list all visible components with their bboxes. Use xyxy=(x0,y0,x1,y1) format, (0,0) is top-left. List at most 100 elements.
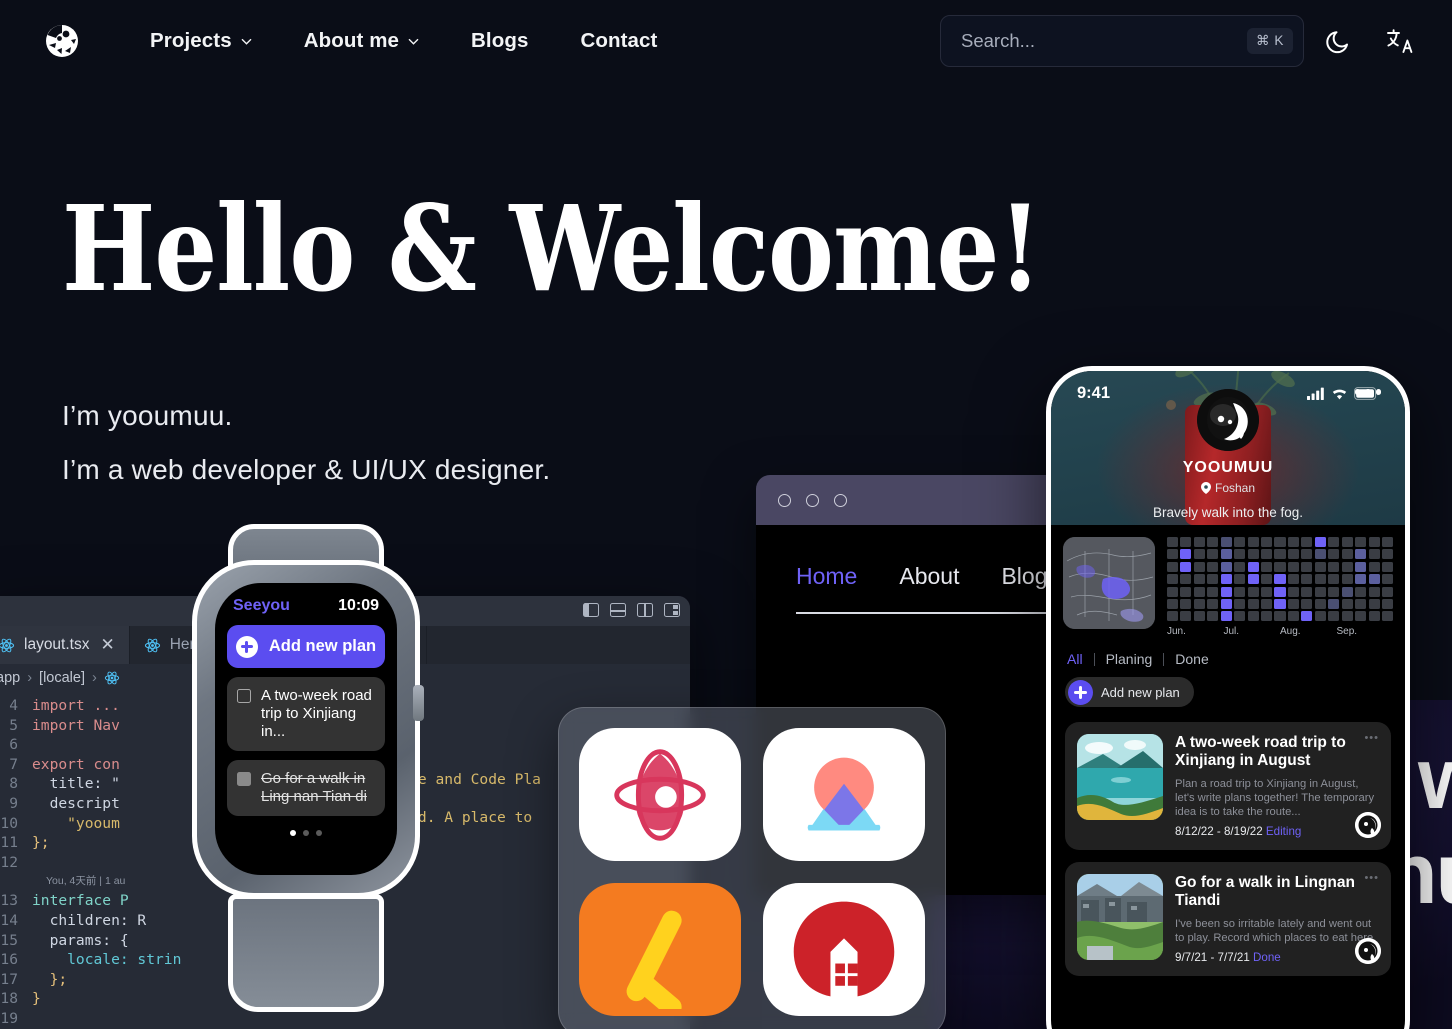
heatmap-cell xyxy=(1261,574,1273,585)
nav-item-projects[interactable]: Projects xyxy=(124,21,278,61)
code-line: import Nav xyxy=(32,716,120,734)
checkbox-checked-icon[interactable] xyxy=(237,772,251,786)
nav-item-blogs[interactable]: Blogs xyxy=(445,21,554,61)
heatmap-cell xyxy=(1274,561,1286,572)
page-dot xyxy=(316,830,322,836)
search-input[interactable]: Search... ⌘ K xyxy=(940,15,1304,67)
heatmap-cell xyxy=(1261,549,1273,560)
heatmap-cell xyxy=(1328,611,1340,622)
nav-item-contact[interactable]: Contact xyxy=(554,21,683,61)
heatmap-cell xyxy=(1167,574,1179,585)
nav-links[interactable]: Projects About me Blogs Contact xyxy=(124,21,684,61)
heatmap-cell xyxy=(1193,537,1205,547)
more-dots-icon[interactable]: ••• xyxy=(1364,872,1379,884)
watch-screen[interactable]: Seeyou 10:09 Add new plan A two-week roa… xyxy=(215,583,397,875)
heatmap-cell xyxy=(1261,611,1273,622)
heatmap-cell xyxy=(1180,586,1192,597)
tab-all[interactable]: All xyxy=(1067,651,1094,667)
tab-planing[interactable]: Planing xyxy=(1095,651,1164,667)
browser-nav-home[interactable]: Home xyxy=(796,563,857,590)
app-icon-sunrise-mountain[interactable] xyxy=(763,728,925,861)
heatmap-cell xyxy=(1355,611,1367,622)
layout-grid-icon[interactable] xyxy=(664,603,680,617)
browser-nav-about[interactable]: About xyxy=(899,563,959,590)
plan-card[interactable]: A two-week road trip to Xinjiang in Augu… xyxy=(1065,721,1391,850)
heatmap-cell xyxy=(1220,598,1232,609)
phone-filter-tabs[interactable]: All Planing Done xyxy=(1051,641,1405,668)
more-dots-icon[interactable]: ••• xyxy=(1364,732,1379,744)
window-maximize-icon[interactable] xyxy=(834,493,847,507)
breadcrumb-locale[interactable]: [locale] xyxy=(39,670,85,686)
editor-tab-layout[interactable]: layout.tsx ✕ xyxy=(0,626,130,664)
avatar xyxy=(1355,937,1381,964)
theme-toggle-button[interactable] xyxy=(1314,16,1364,66)
heatmap-cell xyxy=(1314,611,1326,622)
panel-bottom-toggle-icon[interactable] xyxy=(610,603,626,617)
app-icon-grid[interactable] xyxy=(558,707,946,1029)
watch-crown[interactable] xyxy=(413,685,424,721)
plan-card[interactable]: Go for a walk in Lingnan Tiandi I've bee… xyxy=(1065,861,1391,976)
close-icon[interactable]: ✕ xyxy=(100,635,114,655)
watch-list-item[interactable]: Go for a walk in Ling nan Tian di xyxy=(227,760,385,816)
nav-item-about-me[interactable]: About me xyxy=(278,21,445,61)
sidebar-left-toggle-icon[interactable] xyxy=(583,603,599,617)
heatmap-cell xyxy=(1234,574,1246,585)
yooumuu-logo-icon[interactable] xyxy=(44,23,80,59)
heatmap-cell xyxy=(1381,574,1393,585)
heatmap-cell xyxy=(1234,598,1246,609)
phone-add-plan-button[interactable]: Add new plan xyxy=(1065,677,1194,708)
heatmap-cell xyxy=(1167,537,1179,547)
heatmap-cell xyxy=(1167,586,1179,597)
hero-subtitle-1: I’m yooumuu. xyxy=(62,400,233,431)
editor-layout-controls[interactable] xyxy=(583,603,680,617)
heatmap-cell xyxy=(1220,549,1232,560)
heatmap-cell xyxy=(1287,586,1299,597)
watch-mockup[interactable]: Seeyou 10:09 Add new plan A two-week roa… xyxy=(192,524,424,1012)
split-editor-icon[interactable] xyxy=(637,603,653,617)
profile-bio: Bravely walk into the fog. xyxy=(1152,505,1304,520)
browser-nav-blog[interactable]: Blog xyxy=(1001,563,1047,590)
app-icon-yellow-check[interactable] xyxy=(579,883,741,1016)
navbar-right[interactable]: Search... ⌘ K xyxy=(940,15,1424,67)
app-icon-red-house[interactable] xyxy=(763,883,925,1016)
phone-mockup[interactable]: YOOUMUU Foshan Bravely walk into the fog… xyxy=(1046,366,1410,1029)
line-number: 7 xyxy=(9,755,18,773)
heatmap-cell xyxy=(1287,561,1299,572)
watch-add-plan-button[interactable]: Add new plan xyxy=(227,625,385,668)
heatmap-cell xyxy=(1180,598,1192,609)
heatmap-cell xyxy=(1220,574,1232,585)
watch-list-item[interactable]: A two-week road trip to Xinjiang in... xyxy=(227,677,385,751)
heatmap-cell xyxy=(1287,574,1299,585)
heatmap-cell xyxy=(1234,561,1246,572)
breadcrumb-app[interactable]: app xyxy=(0,670,20,686)
react-icon xyxy=(0,637,15,654)
plan-status-badge: Editing xyxy=(1265,824,1302,838)
backdrop-word-2: w xyxy=(1418,731,1452,827)
watch-page-dots xyxy=(227,830,385,836)
tab-done[interactable]: Done xyxy=(1164,651,1219,667)
navbar: Projects About me Blogs Contact Search..… xyxy=(0,0,1452,82)
chevron-right-icon: › xyxy=(27,670,33,686)
window-close-icon[interactable] xyxy=(778,493,791,507)
line-number: 8 xyxy=(9,775,18,793)
window-minimize-icon[interactable] xyxy=(806,493,819,507)
app-icon-atom-orbit[interactable] xyxy=(579,728,741,861)
code-line: }; xyxy=(32,970,68,988)
heatmap-cell xyxy=(1301,574,1313,585)
plan-card-body: A two-week road trip to Xinjiang in Augu… xyxy=(1175,734,1379,838)
react-icon xyxy=(144,637,161,654)
heatmap-cell xyxy=(1193,586,1205,597)
heatmap-cell xyxy=(1207,598,1219,609)
watch-statusbar: Seeyou 10:09 xyxy=(227,597,385,615)
heatmap-cell xyxy=(1355,549,1367,560)
nav-label: Blogs xyxy=(471,29,529,52)
heatmap-cell xyxy=(1314,586,1326,597)
heatmap-cell xyxy=(1207,574,1219,585)
heatmap-cell xyxy=(1355,561,1367,572)
code-line: title: " xyxy=(32,775,120,793)
heatmap-cell xyxy=(1261,561,1273,572)
checkbox-icon[interactable] xyxy=(237,689,251,703)
nav-label: Projects xyxy=(150,29,232,52)
language-toggle-button[interactable] xyxy=(1374,16,1424,66)
heatmap-cell xyxy=(1368,586,1380,597)
